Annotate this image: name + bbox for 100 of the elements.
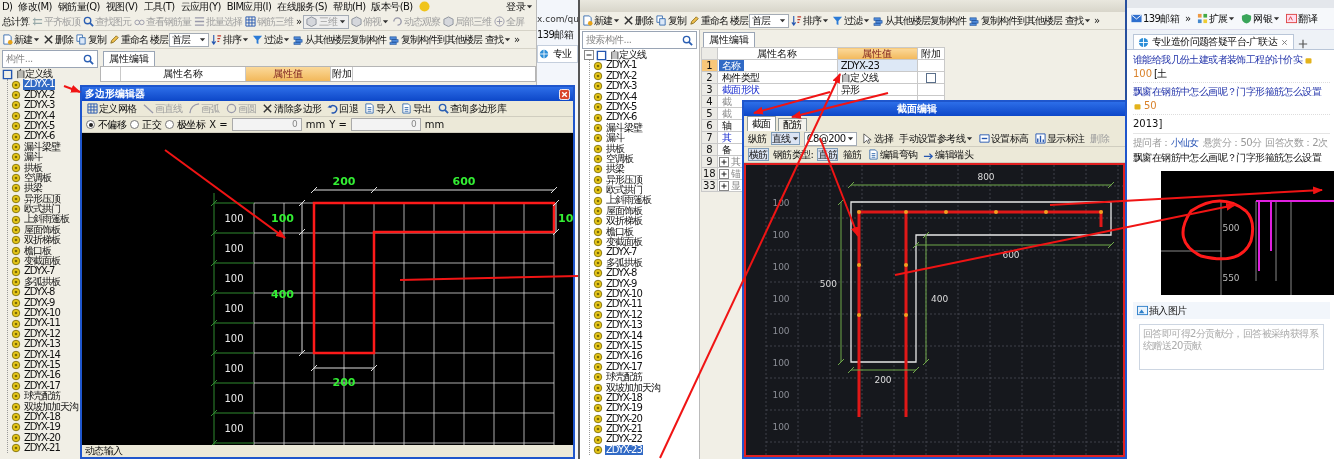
more-button[interactable]: »	[1184, 12, 1192, 25]
tree-item[interactable]: ZDYX-12	[605, 309, 643, 321]
tree-item[interactable]: ZDYX-3	[23, 100, 56, 111]
tree-item[interactable]: ZDYX-19	[23, 422, 61, 433]
tree-item[interactable]: ZDYX-21	[23, 443, 61, 454]
browser-tab[interactable]: 专业	[537, 44, 578, 63]
tree-item[interactable]: 漏斗	[23, 152, 43, 163]
tree-item[interactable]: ZDYX-18	[605, 392, 643, 404]
tree-item[interactable]: ZDYX-19	[605, 403, 643, 414]
question-link[interactable]: 飘窗在钢筋中怎么画呢？门字形箍筋怎么设置	[1133, 86, 1321, 98]
toolbar-button[interactable]: 从其他楼层复制构件	[872, 14, 967, 27]
tree-item[interactable]: 拱梁	[23, 183, 43, 194]
tree-item[interactable]: ZDYX-8	[605, 268, 638, 279]
tree-item[interactable]: ZDYX-2	[23, 89, 56, 101]
toolbar-button[interactable]: 导入	[363, 102, 397, 115]
toolbar-button[interactable]: 选择	[861, 132, 895, 145]
menu-item[interactable]: D)	[2, 0, 13, 13]
tree-item[interactable]: 自定义线	[15, 69, 53, 80]
tree-item[interactable]: ZDYX-7	[23, 266, 56, 277]
toolbar-button[interactable]: 删除	[42, 33, 74, 46]
tree-item[interactable]: ZDYX-11	[23, 318, 61, 329]
tree-item[interactable]: 变截面板	[605, 237, 643, 248]
toolbar-button[interactable]: 定义网格	[86, 102, 138, 115]
menu-item[interactable]: BIM应用(I)	[226, 0, 272, 13]
login-button[interactable]: 登录	[505, 0, 534, 13]
radio-button[interactable]: 极坐标	[165, 118, 206, 131]
tree-item[interactable]: ZDYX-3	[605, 81, 638, 92]
tab[interactable]: 配筋	[777, 118, 807, 131]
tree-item[interactable]: 双坡加加天沟	[23, 401, 79, 412]
menu-item[interactable]: 在线服务(S)	[277, 0, 328, 13]
tree-item[interactable]: 上斜雨篷板	[23, 214, 70, 225]
toolbar-button[interactable]: 设置标高	[978, 132, 1030, 145]
tree-item[interactable]: ZDYX-14	[23, 349, 61, 360]
panel-tab[interactable]: 属性编辑	[103, 51, 155, 66]
tree-item[interactable]: ZDYX-20	[23, 432, 61, 444]
more-button[interactable]: »	[1093, 14, 1101, 27]
tree-item[interactable]: ZDYX-13	[23, 339, 61, 350]
toolbar-button[interactable]: 复制构件到其他楼层	[388, 33, 483, 46]
menu-item[interactable]: 钢筋量(Q)	[57, 0, 100, 13]
radio-button[interactable]: 不偏移	[86, 118, 127, 131]
menu-item[interactable]: 工具(T)	[143, 0, 175, 13]
more-button[interactable]: »	[513, 33, 521, 46]
tree-item[interactable]: 漏斗	[605, 133, 625, 144]
tree-item[interactable]: 屋面饰板	[23, 224, 61, 236]
tree-item[interactable]: 空调板	[23, 172, 52, 184]
toolbar-button[interactable]: 编辑弯钩	[866, 148, 919, 161]
tree-item[interactable]: ZDYX-10	[605, 289, 643, 300]
toolbar-button[interactable]: 复制	[655, 14, 687, 27]
menu-item[interactable]: 云应用(Y)	[180, 0, 221, 13]
menu-item[interactable]: 视图(V)	[105, 0, 138, 13]
toolbar-button[interactable]: 扩展	[1195, 12, 1237, 25]
tree-item[interactable]: ZDYX-22	[605, 434, 643, 445]
toolbar-button[interactable]: 过滤	[251, 33, 291, 46]
toolbar-button[interactable]: 回退	[326, 102, 360, 115]
tree-item[interactable]: 空调板	[605, 153, 634, 165]
toolbar-button[interactable]: 重命名	[108, 33, 149, 46]
tree-item[interactable]: 欧式拱门	[605, 185, 643, 196]
menu-item[interactable]: 帮助(H)	[333, 0, 366, 13]
tree-item[interactable]: ZDYX-14	[605, 330, 643, 341]
toolbar-button[interactable]: 复制	[75, 33, 107, 46]
tree-item[interactable]: ZDYX-10	[23, 308, 61, 319]
tree-item[interactable]: 变截面板	[23, 256, 61, 267]
toolbar-button[interactable]: 过滤	[831, 14, 871, 27]
toolbar-button[interactable]: 清除多边形	[261, 102, 323, 115]
tree-item[interactable]: 檐口板	[23, 245, 52, 257]
tree-item[interactable]: ZDYX-15	[605, 340, 643, 352]
tree-item[interactable]: ZDYX-4	[605, 91, 638, 102]
toolbar-button[interactable]: 从其他楼层复制构件	[292, 33, 387, 46]
toolbar-button[interactable]: 手动设置参考线	[898, 132, 975, 145]
toolbar-button[interactable]: 翻译	[1285, 12, 1319, 25]
tree-item[interactable]: ZDYX-9	[23, 297, 56, 308]
more-button[interactable]: »	[295, 15, 303, 28]
tree-item[interactable]: ZDYX-5	[23, 120, 56, 132]
tree-item[interactable]: ZDYX-13	[605, 320, 643, 331]
tree-item[interactable]: ZDYX-15	[23, 359, 61, 371]
tree-item[interactable]: ZDYX-4	[23, 110, 56, 121]
tree-item[interactable]: 双折梯板	[23, 235, 61, 246]
tree-item[interactable]: ZDYX-20	[605, 413, 643, 425]
browser-tab[interactable]: 专业造价问题答疑平台-广联达	[1133, 34, 1295, 49]
radio-button[interactable]: 正交	[130, 118, 161, 131]
tree-item[interactable]: 多弧拱板	[23, 276, 61, 288]
tree-item[interactable]: 拱梁	[605, 164, 625, 175]
tree-item[interactable]: 拱板	[605, 143, 625, 154]
drawing-canvas[interactable]: 100 100 100 100 100 100 100 100 200 600 100 400 200 10	[82, 133, 573, 445]
toolbar-button[interactable]: 网银	[1240, 12, 1282, 25]
tree-item[interactable]: ZDYX-21	[605, 424, 643, 435]
toolbar-button[interactable]: 重命名	[688, 14, 729, 27]
tree-item[interactable]: ZDYX-8	[23, 287, 56, 298]
tree-item[interactable]: 异形压顶	[23, 193, 61, 205]
tree-item[interactable]: 球壳配筋	[605, 372, 643, 383]
tree-item[interactable]: 漏斗梁壁	[605, 122, 643, 134]
toolbar-button[interactable]: 查找	[1064, 14, 1092, 27]
tree-item[interactable]: ZDYX-11	[605, 299, 643, 310]
checkbox[interactable]	[925, 73, 936, 83]
toolbar-button[interactable]: 直线	[770, 132, 800, 145]
toolbar-button[interactable]: 查询多边形库	[436, 102, 508, 115]
tree-item[interactable]: ZDYX-1	[605, 60, 638, 71]
tree-item[interactable]: ZDYX-12	[23, 328, 61, 340]
tree-item[interactable]: ZDYX-2	[605, 70, 638, 82]
tree-item[interactable]: 拱板	[23, 162, 43, 173]
